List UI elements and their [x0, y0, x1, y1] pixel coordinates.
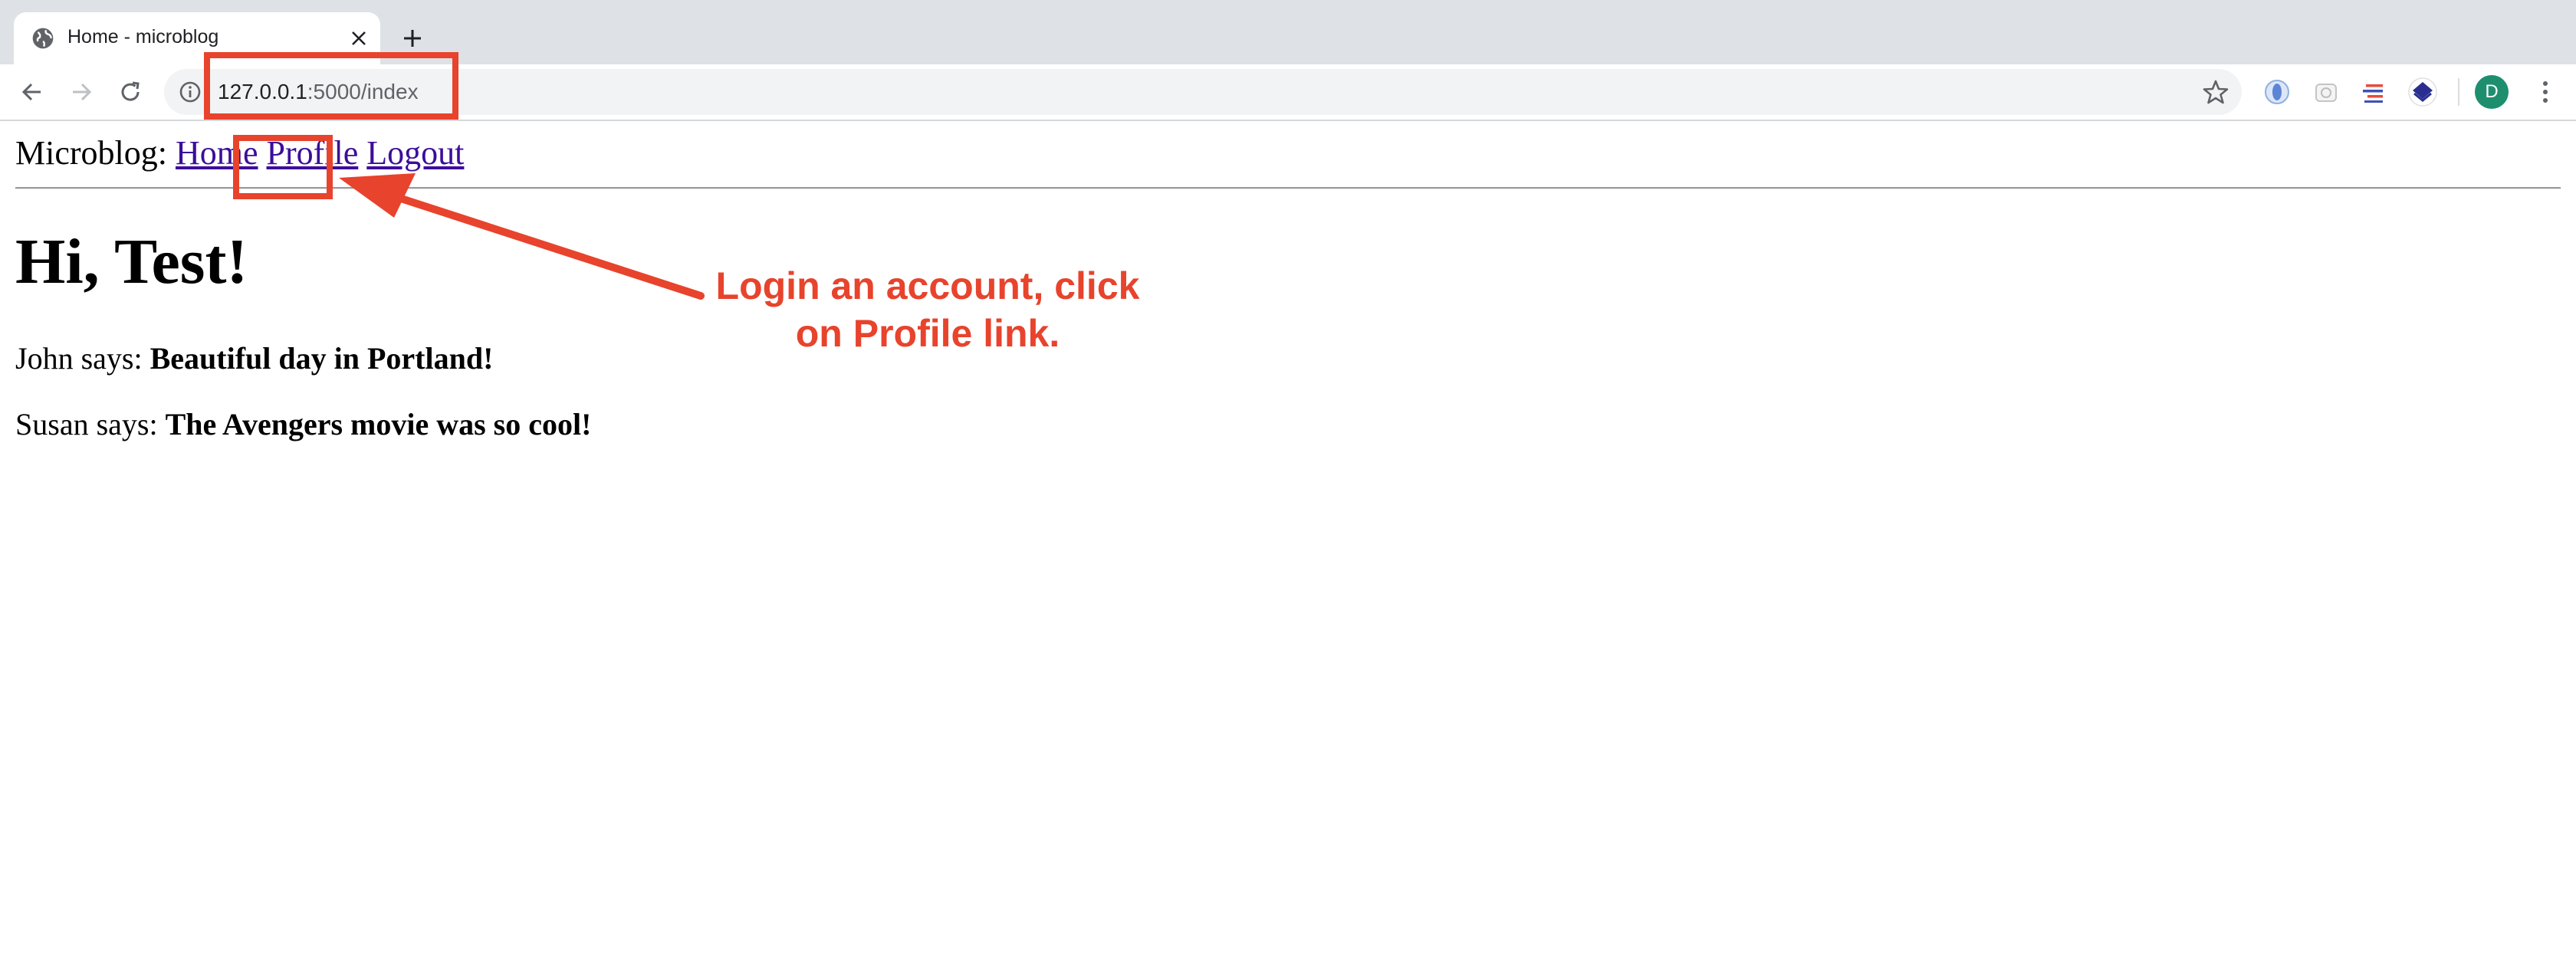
annotation-line-1: Login an account, click	[715, 264, 1140, 307]
annotation-line-2: on Profile link.	[795, 312, 1060, 355]
annotation-text: Login an account, click on Profile link.	[690, 262, 1165, 357]
annotation-arrow	[339, 173, 705, 300]
